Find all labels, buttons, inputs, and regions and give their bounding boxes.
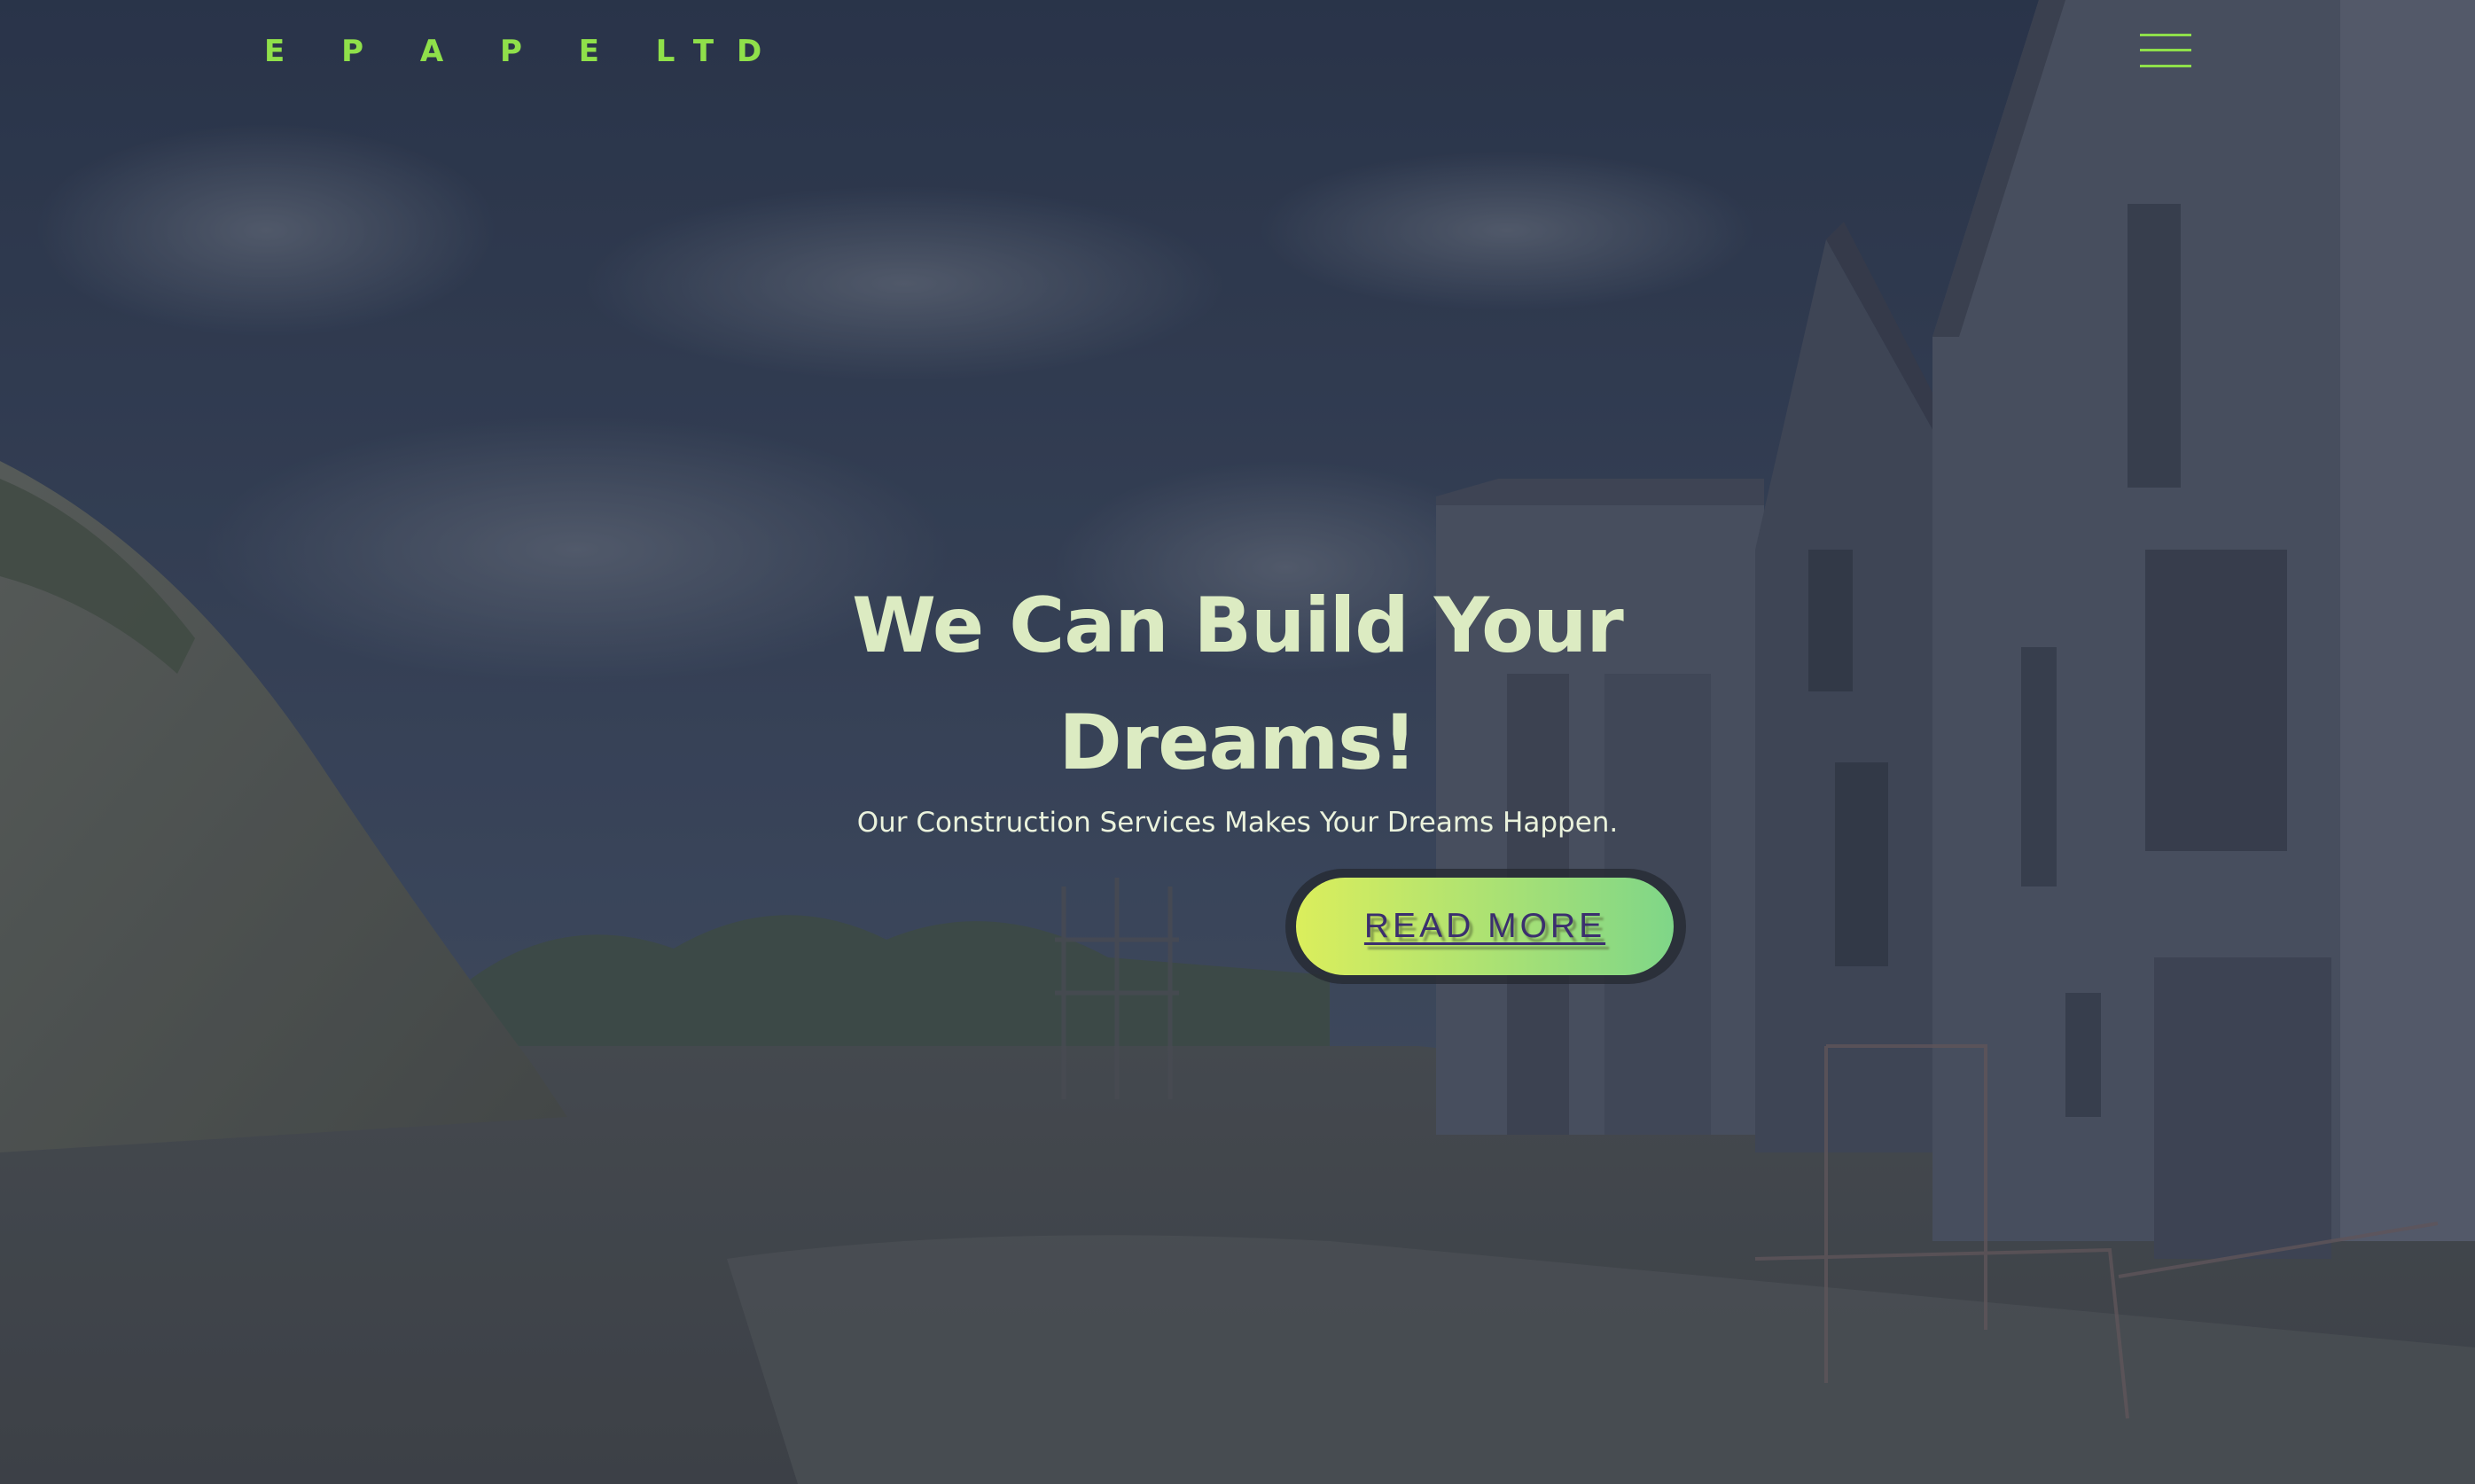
site-logo[interactable]: E P A P E LTD	[264, 32, 785, 71]
menu-bar-top	[2140, 34, 2191, 36]
hero-subtitle: Our Construction Services Makes Your Dre…	[856, 807, 1619, 839]
read-more-label: READ MORE	[1363, 907, 1606, 945]
menu-bar-middle	[2140, 49, 2191, 51]
read-more-button[interactable]: READ MORE	[1296, 878, 1674, 975]
hamburger-menu-icon[interactable]	[2136, 32, 2195, 71]
hero-headline-line1: We Can Build Your	[852, 582, 1624, 670]
menu-bar-bottom	[2140, 65, 2191, 67]
hero-section: E P A P E LTD We Can Build Your Dreams! …	[0, 0, 2475, 1484]
hero-headline: We Can Build Your Dreams!	[706, 567, 1769, 801]
hero-headline-line2: Dreams!	[1058, 699, 1417, 787]
